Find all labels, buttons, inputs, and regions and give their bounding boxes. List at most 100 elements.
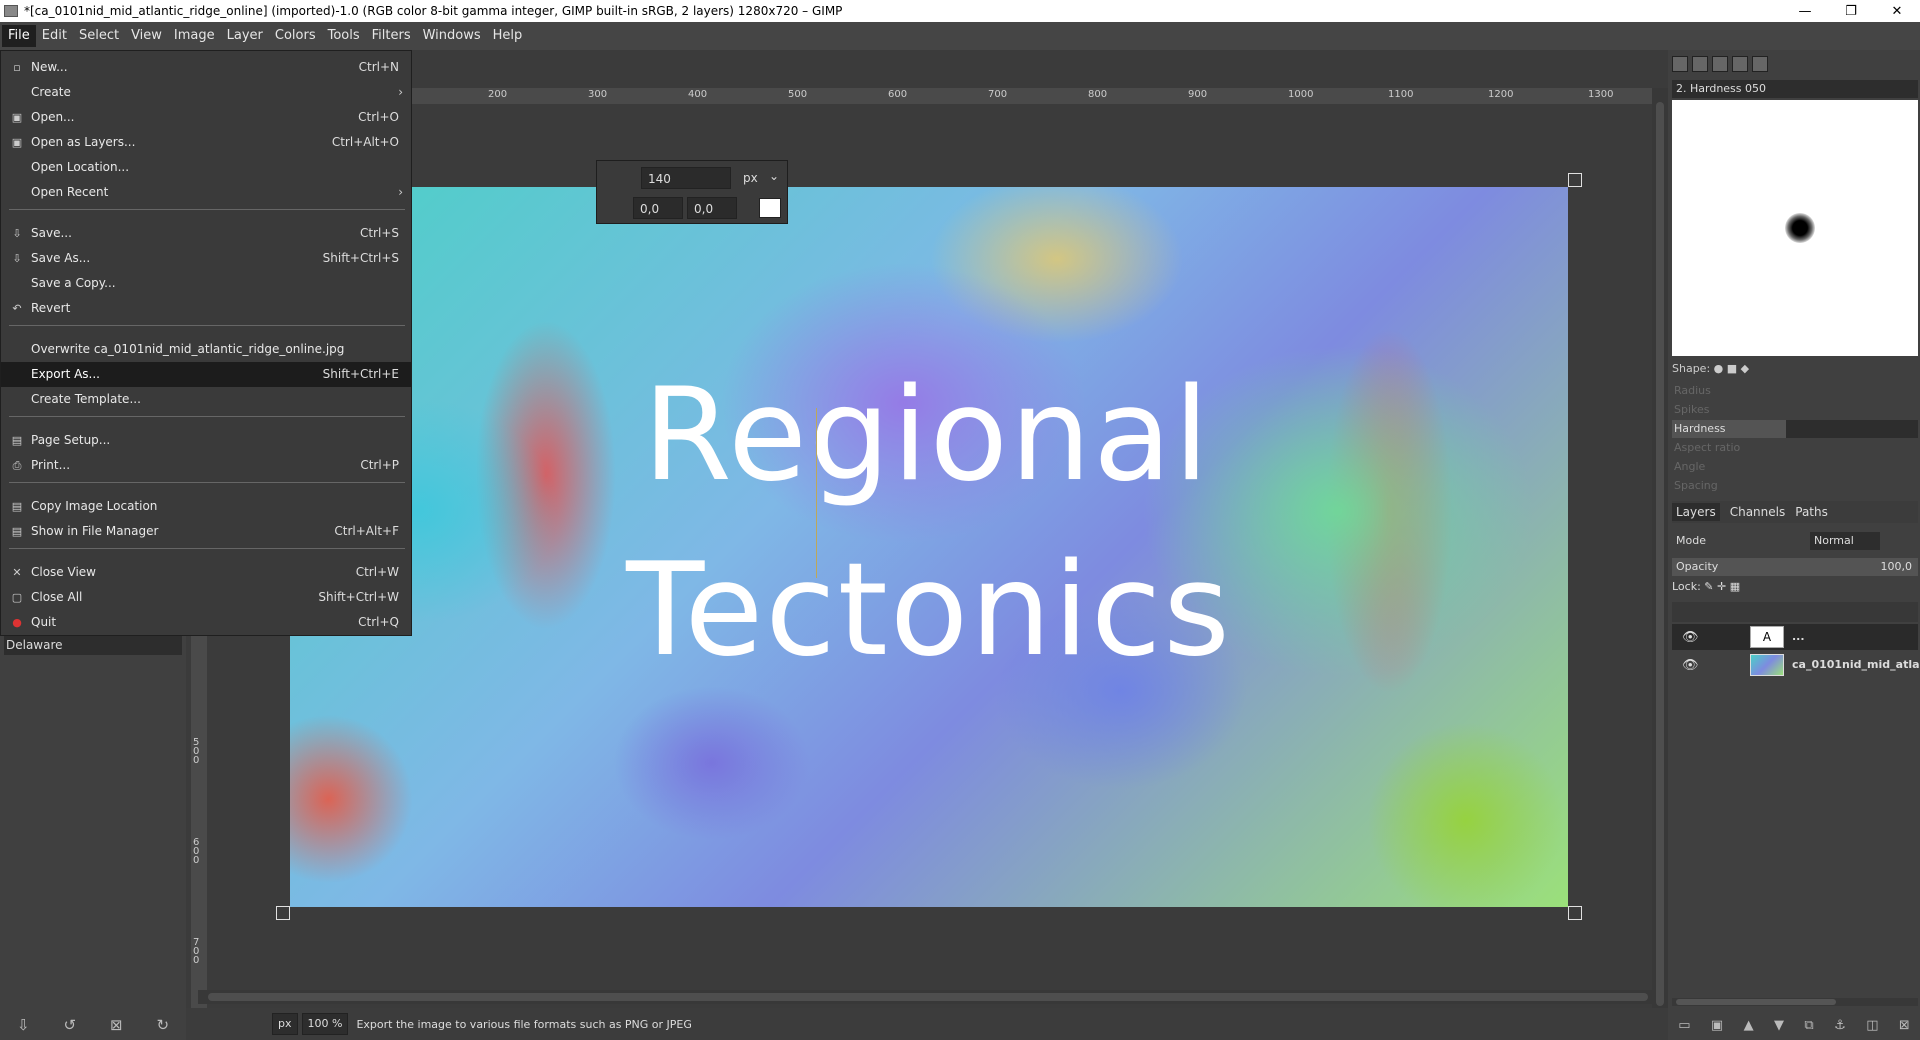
menu-item-save-as[interactable]: ⇩ Save As... Shift+Ctrl+S bbox=[1, 246, 411, 271]
new-icon: ▫ bbox=[13, 61, 21, 74]
delete-layer-icon[interactable]: ⊠ bbox=[1899, 1018, 1910, 1033]
font-size-unit[interactable]: px bbox=[743, 171, 758, 185]
brush-preview[interactable] bbox=[1672, 100, 1918, 356]
brush-prop-aspect[interactable]: Aspect ratio bbox=[1672, 439, 1918, 457]
menu-item-overwrite[interactable]: Overwrite ca_0101nid_mid_atlantic_ridge_… bbox=[1, 337, 411, 362]
zoom-selector[interactable]: 100 % bbox=[301, 1013, 349, 1035]
menu-item-show-in-file-manager[interactable]: ▤ Show in File Manager Ctrl+Alt+F bbox=[1, 519, 411, 544]
text-color-swatch[interactable] bbox=[759, 198, 781, 218]
menu-windows[interactable]: Windows bbox=[417, 25, 487, 47]
menu-item-export-as[interactable]: Export As... Shift+Ctrl+E bbox=[1, 362, 411, 387]
transform-handle-bottom-left[interactable] bbox=[276, 906, 290, 920]
brushes-tab-icon[interactable] bbox=[1672, 56, 1688, 72]
raise-layer-icon[interactable]: ▲ bbox=[1744, 1018, 1754, 1033]
menu-tools[interactable]: Tools bbox=[322, 25, 366, 47]
menu-select[interactable]: Select bbox=[73, 25, 125, 47]
brush-prop-spacing[interactable]: Spacing bbox=[1672, 477, 1918, 495]
visibility-eye-icon[interactable]: 👁 bbox=[1682, 630, 1699, 645]
menu-item-close-view[interactable]: ✕ Close View Ctrl+W bbox=[1, 560, 411, 585]
menu-item-create-template[interactable]: Create Template... bbox=[1, 387, 411, 412]
layer-name[interactable]: ... bbox=[1792, 630, 1805, 643]
menu-layer[interactable]: Layer bbox=[221, 25, 269, 47]
brush-shape-row: Shape: ● ■ ◆ bbox=[1672, 362, 1749, 375]
fonts-tab-icon[interactable] bbox=[1712, 56, 1728, 72]
kerning-field[interactable]: 0,0 bbox=[687, 197, 737, 219]
tab-channels[interactable]: Channels bbox=[1730, 505, 1786, 519]
brush-prop-spikes[interactable]: Spikes bbox=[1672, 401, 1918, 419]
menu-item-open-location[interactable]: Open Location... bbox=[1, 155, 411, 180]
brush-prop-hardness[interactable]: Hardness bbox=[1672, 420, 1918, 438]
menu-item-copy-image-location[interactable]: ▤ Copy Image Location bbox=[1, 494, 411, 519]
layer-row[interactable]: 👁 A ... bbox=[1672, 624, 1918, 650]
gradients-tab-icon[interactable] bbox=[1732, 56, 1748, 72]
reset-icon[interactable]: ↻ bbox=[156, 1016, 169, 1034]
menu-file[interactable]: File bbox=[2, 25, 36, 47]
menu-item-save-copy[interactable]: Save a Copy... bbox=[1, 271, 411, 296]
layer-row[interactable]: 👁 ca_0101nid_mid_atlar bbox=[1672, 652, 1920, 678]
tab-paths[interactable]: Paths bbox=[1795, 505, 1828, 519]
text-layer-line-1[interactable]: Regional bbox=[290, 372, 1566, 500]
new-layer-group-icon[interactable]: ▣ bbox=[1711, 1018, 1723, 1033]
square-shape-icon[interactable]: ■ bbox=[1727, 362, 1737, 375]
tab-layers[interactable]: Layers bbox=[1672, 503, 1720, 521]
lock-pixels-icon[interactable]: ✎ bbox=[1704, 580, 1713, 593]
brush-shape-preview bbox=[1785, 213, 1815, 243]
patterns-tab-icon[interactable] bbox=[1692, 56, 1708, 72]
menu-item-open[interactable]: ▣ Open... Ctrl+O bbox=[1, 105, 411, 130]
font-list-item[interactable]: Delaware bbox=[4, 635, 182, 655]
vertical-scroll-thumb[interactable] bbox=[1656, 102, 1664, 1006]
font-size-field[interactable]: 140 bbox=[641, 167, 731, 189]
minimize-button[interactable]: — bbox=[1782, 0, 1828, 22]
restore-icon[interactable]: ↺ bbox=[63, 1016, 76, 1034]
text-layer-line-2[interactable]: Tectonics bbox=[290, 547, 1568, 675]
menu-item-close-all[interactable]: ▢ Close All Shift+Ctrl+W bbox=[1, 585, 411, 610]
menu-image[interactable]: Image bbox=[168, 25, 221, 47]
menu-item-page-setup[interactable]: ▤ Page Setup... bbox=[1, 428, 411, 453]
paint-dynamics-tab-icon[interactable] bbox=[1752, 56, 1768, 72]
save-preset-icon[interactable]: ⇩ bbox=[17, 1016, 30, 1034]
menu-filters[interactable]: Filters bbox=[366, 25, 417, 47]
unit-selector[interactable]: px bbox=[272, 1013, 298, 1035]
opacity-slider[interactable]: Opacity 100,0 bbox=[1672, 558, 1918, 576]
transform-handle-top-right[interactable] bbox=[1568, 173, 1582, 187]
menu-help[interactable]: Help bbox=[487, 25, 529, 47]
layers-scroll-thumb[interactable] bbox=[1676, 999, 1836, 1005]
lock-position-icon[interactable]: ✛ bbox=[1717, 580, 1726, 593]
anchor-layer-icon[interactable]: ⚓ bbox=[1834, 1018, 1846, 1033]
unit-dropdown-icon[interactable]: ⌄ bbox=[769, 169, 779, 183]
delete-icon[interactable]: ⊠ bbox=[110, 1016, 123, 1034]
layer-name[interactable]: ca_0101nid_mid_atlar bbox=[1792, 658, 1920, 671]
diamond-shape-icon[interactable]: ◆ bbox=[1741, 362, 1749, 375]
menu-view[interactable]: View bbox=[125, 25, 168, 47]
menu-item-quit[interactable]: ● Quit Ctrl+Q bbox=[1, 610, 411, 635]
mask-icon[interactable]: ◫ bbox=[1866, 1018, 1878, 1033]
menu-item-print[interactable]: ⎙ Print... Ctrl+P bbox=[1, 453, 411, 478]
mode-dropdown[interactable]: Normal bbox=[1810, 532, 1880, 550]
menu-edit[interactable]: Edit bbox=[36, 25, 73, 47]
menu-item-create[interactable]: Create › bbox=[1, 80, 411, 105]
menu-item-open-as-layers[interactable]: ▣ Open as Layers... Ctrl+Alt+O bbox=[1, 130, 411, 155]
menu-colors[interactable]: Colors bbox=[269, 25, 322, 47]
menu-item-save[interactable]: ⇩ Save... Ctrl+S bbox=[1, 221, 411, 246]
horizontal-scroll-thumb[interactable] bbox=[208, 993, 1648, 1001]
image-canvas[interactable]: Regional Tectonics bbox=[290, 187, 1568, 907]
menu-item-open-recent[interactable]: Open Recent › bbox=[1, 180, 411, 205]
maximize-button[interactable]: ❐ bbox=[1828, 0, 1874, 22]
layers-horizontal-scrollbar[interactable] bbox=[1672, 998, 1918, 1006]
new-layer-icon[interactable]: ▭ bbox=[1678, 1018, 1690, 1033]
transform-handle-bottom-right[interactable] bbox=[1568, 906, 1582, 920]
vertical-scrollbar[interactable] bbox=[1652, 88, 1668, 1038]
close-button[interactable]: ✕ bbox=[1874, 0, 1920, 22]
lower-layer-icon[interactable]: ▼ bbox=[1774, 1018, 1784, 1033]
visibility-eye-icon[interactable]: 👁 bbox=[1682, 658, 1699, 673]
brush-prop-angle[interactable]: Angle bbox=[1672, 458, 1918, 476]
baseline-field[interactable]: 0,0 bbox=[633, 197, 683, 219]
lock-alpha-icon[interactable]: ▦ bbox=[1730, 580, 1740, 593]
horizontal-scrollbar[interactable] bbox=[198, 990, 1652, 1004]
menu-separator bbox=[9, 548, 405, 549]
menu-item-new[interactable]: ▫ New... Ctrl+N bbox=[1, 55, 411, 80]
brush-prop-radius[interactable]: Radius bbox=[1672, 382, 1918, 400]
circle-shape-icon[interactable]: ● bbox=[1714, 362, 1724, 375]
menu-item-revert[interactable]: ↶ Revert bbox=[1, 296, 411, 321]
duplicate-layer-icon[interactable]: ⧉ bbox=[1804, 1018, 1813, 1033]
